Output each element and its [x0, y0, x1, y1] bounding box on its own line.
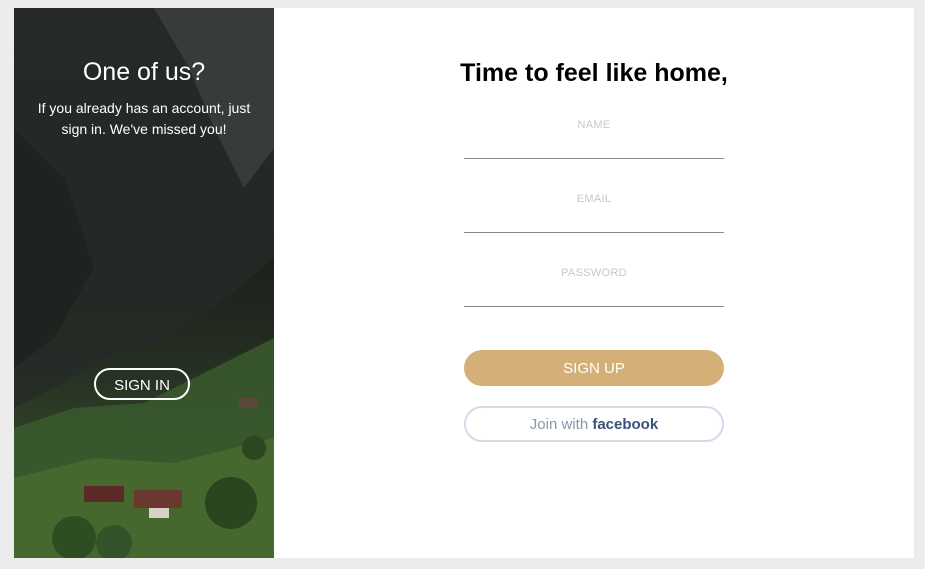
form-title: Time to feel like home, — [460, 59, 728, 87]
side-title: One of us? — [82, 58, 206, 86]
password-label: PASSWORD — [561, 267, 627, 279]
facebook-brand: facebook — [592, 415, 659, 433]
sign-in-button[interactable]: SIGN IN — [94, 368, 190, 400]
name-input[interactable] — [464, 134, 724, 159]
name-field: NAME — [464, 118, 724, 163]
password-field: PASSWORD — [464, 266, 724, 311]
email-label: EMAIL — [576, 193, 612, 205]
password-input[interactable] — [464, 282, 724, 307]
mountain-valley-image — [14, 8, 274, 558]
email-input[interactable] — [464, 208, 724, 233]
email-field: EMAIL — [464, 192, 724, 237]
name-label: NAME — [577, 119, 611, 131]
side-image-panel: One of us? If you already has an account… — [14, 8, 274, 558]
facebook-prefix: Join with — [529, 415, 593, 433]
sign-up-button[interactable]: SIGN UP — [464, 350, 724, 386]
signup-card: One of us? If you already has an account… — [14, 8, 914, 558]
join-facebook-button[interactable]: Join with facebook — [464, 406, 724, 442]
side-description: If you already has an account, just sign… — [37, 100, 251, 137]
